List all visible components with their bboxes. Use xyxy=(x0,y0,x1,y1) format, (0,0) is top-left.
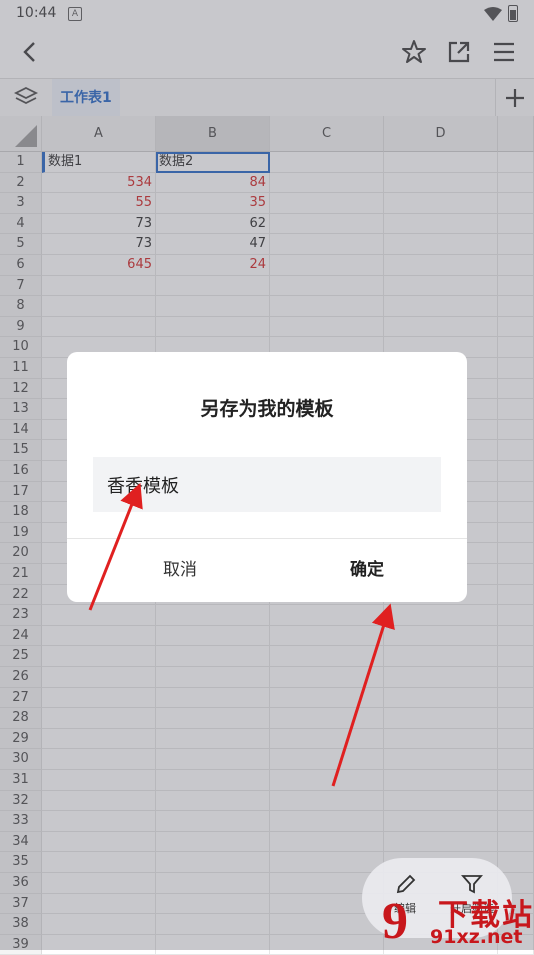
watermark-logo: 9 xyxy=(382,893,408,950)
watermark-domain: 91xz.net xyxy=(430,926,523,948)
watermark: 9 下载站 91xz.net xyxy=(380,886,534,950)
arrow-to-confirm xyxy=(331,603,395,787)
annotation-arrows xyxy=(88,482,395,787)
arrow-to-input xyxy=(88,482,143,611)
